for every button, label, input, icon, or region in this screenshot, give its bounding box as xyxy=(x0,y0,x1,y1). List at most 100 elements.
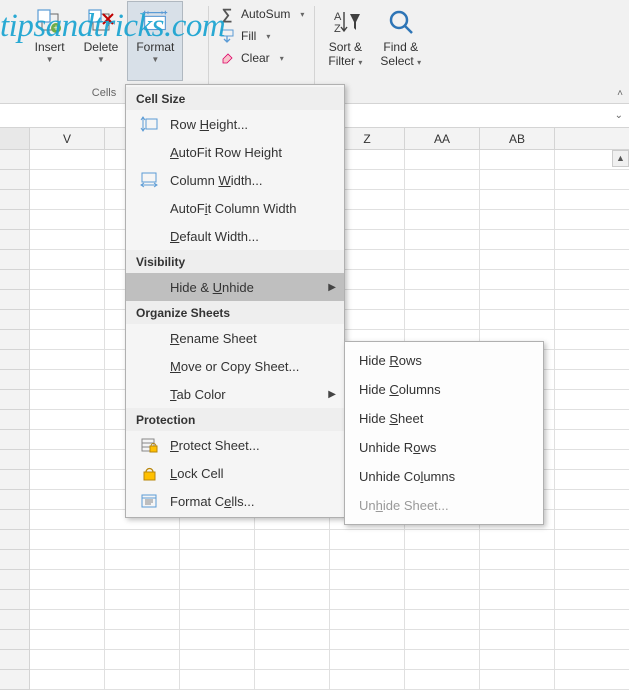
row-header[interactable] xyxy=(0,170,30,190)
cell[interactable] xyxy=(330,570,405,590)
cell[interactable] xyxy=(30,490,105,510)
cell[interactable] xyxy=(330,590,405,610)
cell[interactable] xyxy=(480,310,555,330)
cell[interactable] xyxy=(480,550,555,570)
cell[interactable] xyxy=(405,210,480,230)
move-copy-sheet-item[interactable]: Move or Copy Sheet... xyxy=(126,352,344,380)
cell[interactable] xyxy=(405,550,480,570)
row-header[interactable] xyxy=(0,150,30,170)
cell[interactable] xyxy=(555,330,629,350)
cell[interactable] xyxy=(30,350,105,370)
cell[interactable] xyxy=(555,510,629,530)
cell[interactable] xyxy=(480,170,555,190)
cell[interactable] xyxy=(30,310,105,330)
default-width-item[interactable]: Default Width... xyxy=(126,222,344,250)
cell[interactable] xyxy=(255,610,330,630)
row-header[interactable] xyxy=(0,490,30,510)
cell[interactable] xyxy=(405,250,480,270)
row-header[interactable] xyxy=(0,410,30,430)
cell[interactable] xyxy=(555,490,629,510)
cell[interactable] xyxy=(30,150,105,170)
cell[interactable] xyxy=(30,650,105,670)
column-header[interactable]: AB xyxy=(480,128,555,149)
cell[interactable] xyxy=(480,630,555,650)
cell[interactable] xyxy=(555,190,629,210)
cell[interactable] xyxy=(405,650,480,670)
column-header[interactable]: AA xyxy=(405,128,480,149)
lock-cell-item[interactable]: Lock Cell xyxy=(126,459,344,487)
clear-button[interactable]: Clear ▾ xyxy=(213,48,310,68)
cell[interactable] xyxy=(30,190,105,210)
row-header[interactable] xyxy=(0,250,30,270)
row-header[interactable] xyxy=(0,610,30,630)
cell[interactable] xyxy=(105,630,180,650)
cell[interactable] xyxy=(180,670,255,690)
cell[interactable] xyxy=(30,290,105,310)
cell[interactable] xyxy=(105,670,180,690)
cell[interactable] xyxy=(30,570,105,590)
autosum-button[interactable]: ∑ AutoSum ▾ xyxy=(213,4,310,24)
row-header[interactable] xyxy=(0,530,30,550)
cell[interactable] xyxy=(405,670,480,690)
hide-columns-item[interactable]: Hide Columns xyxy=(345,375,543,404)
cell[interactable] xyxy=(480,210,555,230)
cell[interactable] xyxy=(405,270,480,290)
cell[interactable] xyxy=(30,270,105,290)
cell[interactable] xyxy=(405,290,480,310)
row-header[interactable] xyxy=(0,550,30,570)
cell[interactable] xyxy=(480,150,555,170)
cell[interactable] xyxy=(30,390,105,410)
insert-button[interactable]: + Insert ▼ xyxy=(26,2,74,80)
cell[interactable] xyxy=(255,670,330,690)
cell[interactable] xyxy=(105,610,180,630)
cell[interactable] xyxy=(555,210,629,230)
row-header[interactable] xyxy=(0,630,30,650)
cell[interactable] xyxy=(30,430,105,450)
cell[interactable] xyxy=(555,390,629,410)
cell[interactable] xyxy=(405,570,480,590)
cell[interactable] xyxy=(555,310,629,330)
cell[interactable] xyxy=(30,450,105,470)
cell[interactable] xyxy=(30,410,105,430)
protect-sheet-item[interactable]: Protect Sheet... xyxy=(126,431,344,459)
cell[interactable] xyxy=(480,190,555,210)
row-header[interactable] xyxy=(0,330,30,350)
format-cells-item[interactable]: Format Cells... xyxy=(126,487,344,515)
formula-bar-expand-button[interactable]: ⌄ xyxy=(615,110,623,121)
cell[interactable] xyxy=(555,630,629,650)
format-button[interactable]: Format ▼ xyxy=(128,2,182,80)
cell[interactable] xyxy=(105,550,180,570)
cell[interactable] xyxy=(555,650,629,670)
cell[interactable] xyxy=(30,630,105,650)
cell[interactable] xyxy=(30,250,105,270)
cell[interactable] xyxy=(255,530,330,550)
cell[interactable] xyxy=(30,590,105,610)
cell[interactable] xyxy=(180,650,255,670)
unhide-columns-item[interactable]: Unhide Columns xyxy=(345,462,543,491)
cell[interactable] xyxy=(555,250,629,270)
delete-button[interactable]: Delete ▼ xyxy=(76,2,127,80)
cell[interactable] xyxy=(105,590,180,610)
fill-button[interactable]: Fill ▾ xyxy=(213,26,310,46)
cell[interactable] xyxy=(480,530,555,550)
hide-rows-item[interactable]: Hide Rows xyxy=(345,346,543,375)
cell[interactable] xyxy=(480,230,555,250)
cell[interactable] xyxy=(555,290,629,310)
cell[interactable] xyxy=(555,590,629,610)
cell[interactable] xyxy=(480,670,555,690)
autofit-column-width-item[interactable]: AutoFit Column Width xyxy=(126,194,344,222)
hide-sheet-item[interactable]: Hide Sheet xyxy=(345,404,543,433)
autofit-row-height-item[interactable]: AutoFit Row Height xyxy=(126,138,344,166)
cell[interactable] xyxy=(30,330,105,350)
row-header[interactable] xyxy=(0,350,30,370)
cell[interactable] xyxy=(330,670,405,690)
cell[interactable] xyxy=(330,550,405,570)
cell[interactable] xyxy=(180,570,255,590)
cell[interactable] xyxy=(405,150,480,170)
cell[interactable] xyxy=(30,230,105,250)
row-header[interactable] xyxy=(0,510,30,530)
cell[interactable] xyxy=(180,590,255,610)
row-header[interactable] xyxy=(0,390,30,410)
cell[interactable] xyxy=(105,570,180,590)
cell[interactable] xyxy=(555,410,629,430)
